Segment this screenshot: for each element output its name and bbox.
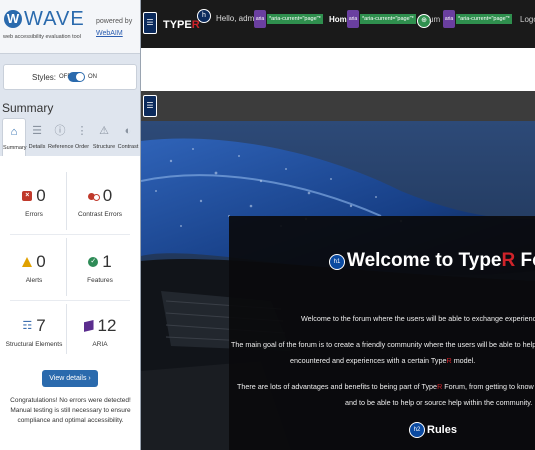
- welcome-paragraph-3b: and to be able to help or source help wi…: [345, 398, 533, 407]
- tab-label: Order: [74, 144, 90, 150]
- wave-logo-text: WAVE: [24, 8, 85, 30]
- alerts-count: 0: [36, 252, 46, 271]
- contrast-errors-label: Contrast Errors: [77, 211, 123, 218]
- welcome-paragraph-1: Welcome to the forum where the users wil…: [301, 314, 535, 323]
- heading-icon: h2: [409, 422, 425, 438]
- wave-sidebar: W WAVE web accessibility evaluation tool…: [0, 0, 141, 450]
- wave-tabs: ⌂ Summary ☰ Details ⓘ Reference ⋮ Order …: [0, 118, 140, 156]
- heading-icon: h1: [329, 254, 345, 270]
- nav-logout-link[interactable]: Logo: [520, 15, 535, 24]
- contrast-icon: ◐: [124, 125, 132, 137]
- summary-heading: Summary: [2, 101, 54, 115]
- tab-label: Structure: [92, 144, 116, 150]
- stat-structural[interactable]: ☶ 7 Structural Elements: [4, 316, 64, 348]
- welcome-panel: h1 Welcome to TypeR Forum Welcome to the…: [229, 216, 535, 450]
- wave-header: W WAVE web accessibility evaluation tool…: [0, 0, 140, 54]
- contrast-error-icon: [87, 192, 100, 201]
- view-details-button[interactable]: View details ›: [42, 370, 98, 387]
- structure-icon: ☰: [143, 12, 157, 34]
- wave-logo-icon: W: [4, 10, 22, 28]
- powered-by-label: powered by: [96, 18, 133, 25]
- site-viewport: ☰ TYPER h Hello, admin aria *aria-curren…: [141, 0, 535, 450]
- aria-icon: aria: [347, 10, 359, 28]
- nav-forum-link[interactable]: um: [429, 15, 440, 24]
- aria-current-tag: *aria-current="page"*: [360, 14, 416, 24]
- tab-details[interactable]: ☰ Details: [26, 118, 48, 156]
- divider: [66, 304, 67, 354]
- webaim-link[interactable]: WebAIM: [96, 30, 123, 37]
- welcome-paragraph-3a: There are lots of advantages and benefit…: [237, 382, 535, 391]
- tab-label: Summary: [3, 145, 27, 151]
- styles-toggle-panel: Styles: OFF ON: [3, 64, 137, 90]
- styles-label: Styles:: [32, 73, 57, 82]
- welcome-paragraph-2a: The main goal of the forum is to create …: [231, 340, 535, 349]
- error-icon: ×: [22, 191, 33, 201]
- styles-on-label: ON: [88, 74, 97, 80]
- list-icon: ☰: [32, 125, 42, 137]
- feature-icon: ✓: [88, 257, 99, 267]
- features-count: 1: [102, 252, 112, 271]
- info-icon: ⓘ: [54, 125, 66, 137]
- aria-label: ARIA: [92, 341, 108, 348]
- site-brand[interactable]: TYPER: [163, 19, 200, 31]
- heading-icon: h: [197, 9, 211, 23]
- errors-label: Errors: [25, 211, 43, 218]
- stat-contrast-errors[interactable]: 0 Contrast Errors: [70, 186, 130, 218]
- aria-icon: aria: [254, 10, 266, 28]
- features-label: Features: [87, 277, 113, 284]
- divider: [66, 172, 67, 230]
- tab-label: Reference: [48, 144, 74, 150]
- errors-count: 0: [36, 186, 46, 205]
- structural-label: Structural Elements: [5, 341, 63, 348]
- order-icon: ⋮: [76, 125, 88, 137]
- site-navbar: ☰ TYPER h Hello, admin aria *aria-curren…: [141, 0, 535, 48]
- tab-label: Contrast: [117, 144, 139, 150]
- section-strip: ☰: [141, 91, 535, 121]
- wave-tagline: web accessibility evaluation tool: [3, 34, 81, 40]
- stat-alerts[interactable]: 0 Alerts: [4, 252, 64, 284]
- congrats-message: Congratulations! No errors were detected…: [10, 397, 131, 424]
- alerts-label: Alerts: [25, 277, 43, 284]
- styles-toggle[interactable]: [68, 72, 85, 82]
- rules-heading: Rules: [427, 424, 457, 436]
- structure-icon: ☶: [22, 320, 33, 332]
- content-spacer: [141, 48, 535, 91]
- stat-aria[interactable]: 12 ARIA: [70, 316, 130, 348]
- welcome-paragraph-2b: encountered and experiences with a certa…: [290, 356, 476, 365]
- alert-icon: [22, 257, 33, 267]
- aria-current-tag: *aria-current="page"*: [456, 14, 512, 24]
- home-icon: ⌂: [10, 126, 18, 138]
- tab-label: Details: [28, 144, 46, 150]
- tab-summary[interactable]: ⌂ Summary: [2, 118, 27, 156]
- structure-icon: ⚠: [99, 125, 109, 137]
- contrast-errors-count: 0: [102, 186, 113, 205]
- structure-icon: ☰: [143, 95, 157, 117]
- welcome-heading: Welcome to TypeR Forum: [347, 250, 535, 271]
- aria-count: 12: [97, 316, 117, 335]
- tab-structure[interactable]: ⚠ Structure: [92, 118, 116, 156]
- aria-current-tag: *aria-current="page"*: [267, 14, 323, 24]
- tab-reference[interactable]: ⓘ Reference: [48, 118, 74, 156]
- divider: [10, 234, 130, 235]
- stat-features[interactable]: ✓ 1 Features: [70, 252, 130, 284]
- tab-contrast[interactable]: ◐ Contrast: [116, 118, 140, 156]
- tab-order[interactable]: ⋮ Order: [72, 118, 92, 156]
- aria-icon: [83, 320, 94, 332]
- aria-icon: aria: [443, 10, 455, 28]
- divider: [10, 300, 130, 301]
- stat-errors[interactable]: × 0 Errors: [4, 186, 64, 218]
- divider: [66, 238, 67, 296]
- structural-count: 7: [36, 316, 46, 335]
- summary-panel: × 0 Errors 0 Contrast Errors 0 Alerts ✓ 1 …: [0, 156, 140, 450]
